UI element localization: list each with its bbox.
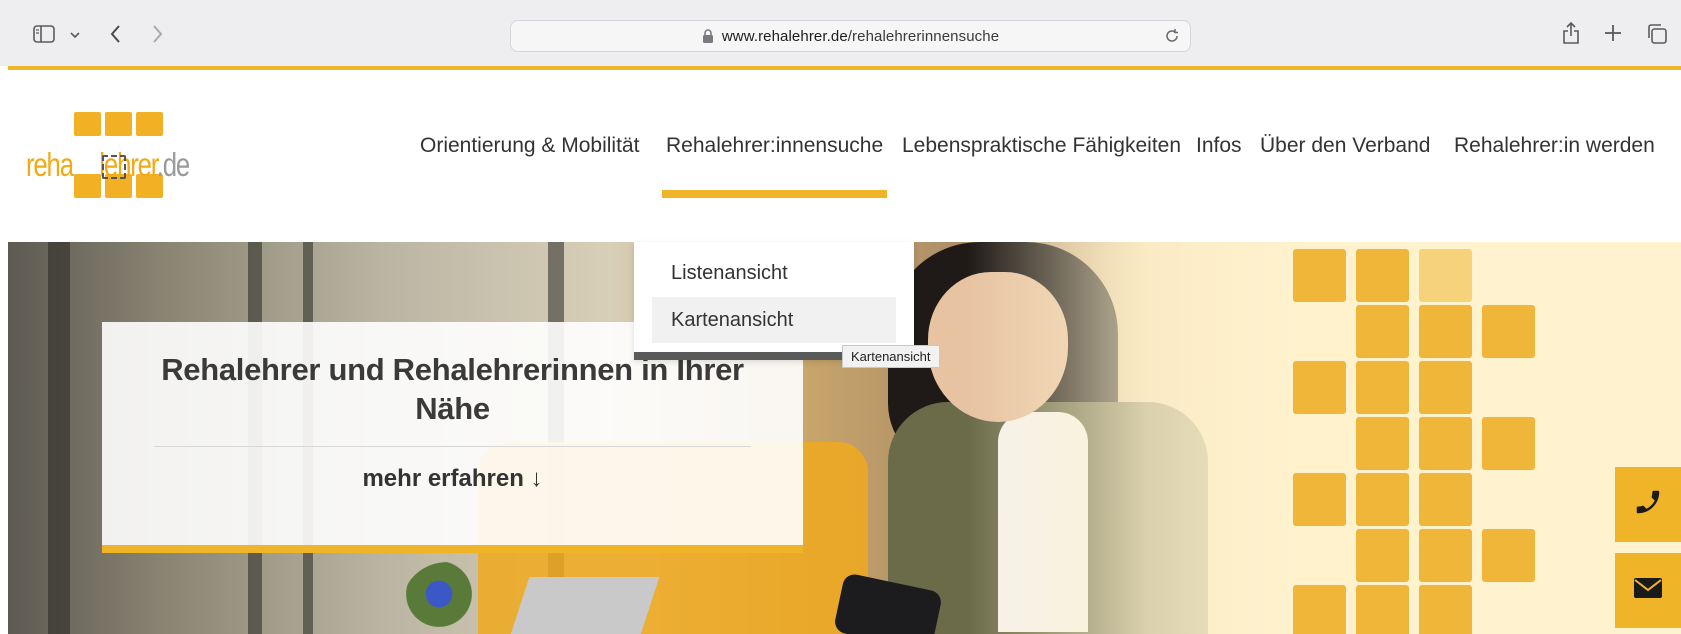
decorative-square bbox=[1356, 361, 1409, 414]
decorative-square bbox=[1356, 305, 1409, 358]
phone-button[interactable] bbox=[1615, 467, 1681, 542]
decorative-square bbox=[1293, 249, 1346, 302]
hero-title: Rehalehrer und Rehalehrerinnen in Ihrer … bbox=[161, 352, 744, 426]
decorative-square bbox=[1356, 417, 1409, 470]
share-icon[interactable] bbox=[1560, 20, 1582, 46]
main-nav: Orientierung & Mobilität Rehalehrer:inne… bbox=[8, 134, 1681, 178]
decorative-square bbox=[1419, 529, 1472, 582]
mail-icon bbox=[1633, 577, 1663, 604]
url-domain: www.rehalehrer.de bbox=[721, 27, 848, 45]
nav-item-verband[interactable]: Über den Verband bbox=[1260, 134, 1430, 158]
decorative-square bbox=[1293, 585, 1346, 634]
tooltip: Kartenansicht bbox=[842, 345, 940, 368]
website: reha lehrer.de Orientierung & Mobilität R… bbox=[8, 66, 1681, 634]
hero-photo-laptop bbox=[506, 577, 660, 634]
nav-item-rehalehrersuche[interactable]: Rehalehrer:innensuche bbox=[666, 134, 883, 158]
address-bar[interactable]: www.rehalehrer.de/rehalehrerinnensuche bbox=[510, 20, 1191, 52]
nav-dropdown-menu: Listenansicht Kartenansicht bbox=[634, 242, 914, 360]
decorative-square bbox=[1482, 305, 1535, 358]
lock-icon bbox=[702, 29, 714, 43]
logo-square bbox=[74, 112, 101, 136]
hero-photo-flowers bbox=[403, 562, 493, 634]
more-link[interactable]: mehr erfahren ↓ bbox=[102, 465, 803, 493]
decorative-square bbox=[1356, 249, 1409, 302]
decorative-square bbox=[1419, 249, 1472, 302]
nav-active-indicator bbox=[662, 190, 887, 198]
decorative-square bbox=[1419, 473, 1472, 526]
nav-item-lebenspraktische[interactable]: Lebenspraktische Fähigkeiten bbox=[902, 134, 1181, 158]
phone-icon bbox=[1633, 487, 1663, 522]
accent-top-line bbox=[8, 66, 1681, 70]
tabs-overview-icon[interactable] bbox=[1645, 22, 1669, 46]
url-path: /rehalehrerinnensuche bbox=[847, 27, 1000, 45]
decorative-square bbox=[1419, 305, 1472, 358]
decorative-square bbox=[1293, 361, 1346, 414]
decorative-square bbox=[1419, 361, 1472, 414]
decorative-square bbox=[1482, 529, 1535, 582]
decorative-square bbox=[1356, 473, 1409, 526]
nav-item-infos[interactable]: Infos bbox=[1196, 134, 1242, 158]
back-icon[interactable] bbox=[104, 22, 126, 46]
forward-icon[interactable] bbox=[146, 22, 168, 46]
dropdown-item-kartenansicht[interactable]: Kartenansicht bbox=[652, 297, 896, 343]
mail-button[interactable] bbox=[1615, 553, 1681, 628]
url-text: www.rehalehrer.de/rehalehrerinnensuche bbox=[722, 28, 999, 45]
hero-photo-window-frame bbox=[48, 242, 70, 634]
nav-item-orientierung[interactable]: Orientierung & Mobilität bbox=[420, 134, 639, 158]
hero-divider bbox=[154, 446, 751, 447]
decorative-square bbox=[1419, 417, 1472, 470]
decorative-square bbox=[1293, 473, 1346, 526]
sidebar-icon[interactable] bbox=[32, 22, 56, 46]
decorative-square bbox=[1419, 585, 1472, 634]
browser-toolbar: www.rehalehrer.de/rehalehrerinnensuche bbox=[0, 0, 1681, 66]
decorative-square bbox=[1356, 585, 1409, 634]
new-tab-icon[interactable] bbox=[1602, 22, 1624, 44]
dropdown-item-listenansicht[interactable]: Listenansicht bbox=[652, 250, 896, 296]
logo-square bbox=[136, 112, 163, 136]
decorative-square bbox=[1356, 529, 1409, 582]
reload-icon[interactable] bbox=[1164, 28, 1180, 49]
nav-item-werden[interactable]: Rehalehrer:in werden bbox=[1454, 134, 1655, 158]
chevron-down-icon[interactable] bbox=[68, 28, 82, 42]
logo-square bbox=[105, 112, 132, 136]
decorative-square bbox=[1482, 417, 1535, 470]
